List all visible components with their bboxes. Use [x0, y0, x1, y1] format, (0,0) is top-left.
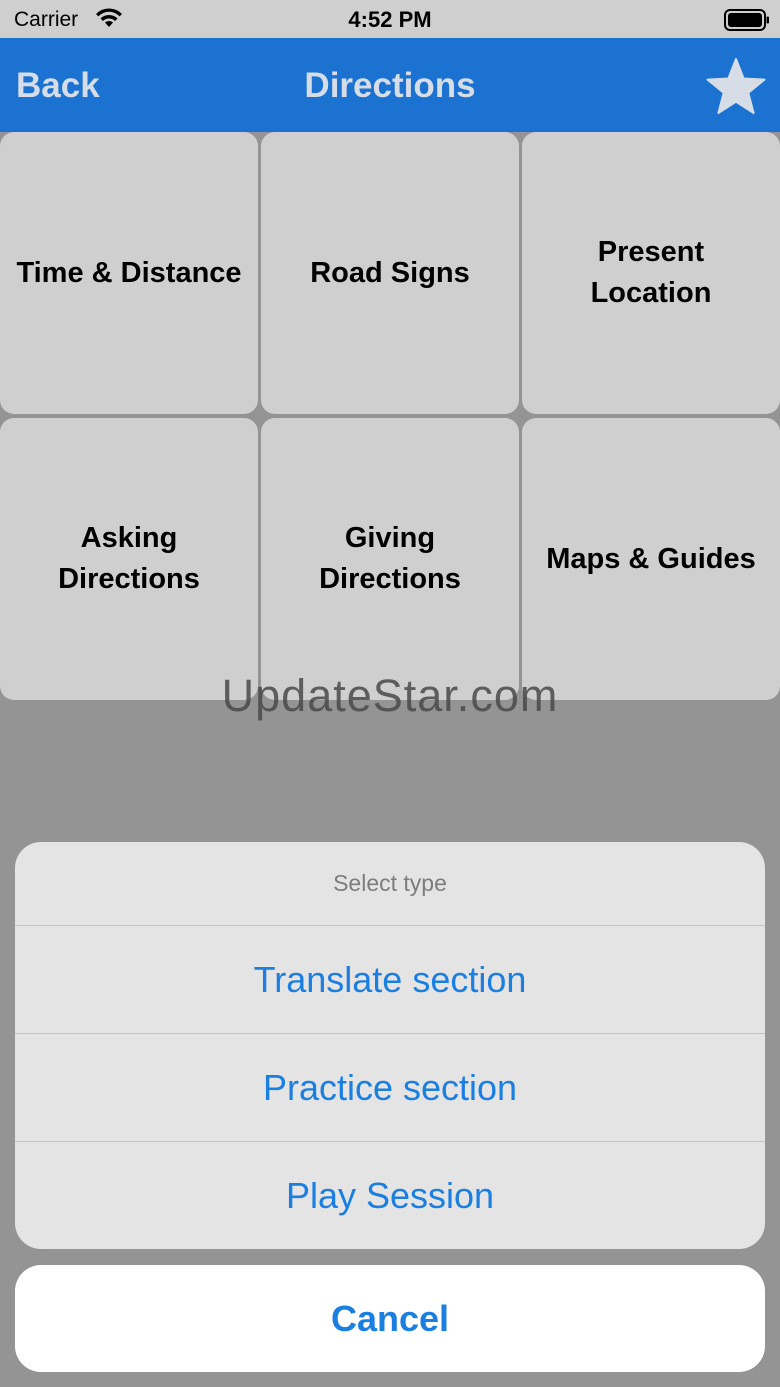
tile-label: Asking Directions	[58, 522, 200, 595]
page-title: Directions	[304, 66, 476, 105]
action-sheet: Select type Translate section Practice s…	[15, 842, 765, 1249]
translate-section-option[interactable]: Translate section	[15, 926, 765, 1034]
navigation-bar: Back Directions	[0, 38, 780, 132]
watermark: UpdateStar.com	[221, 670, 559, 721]
tile-present-location[interactable]: Present Location	[522, 132, 780, 414]
status-bar: Carrier 4:52 PM	[0, 0, 780, 38]
status-time: 4:52 PM	[348, 7, 432, 32]
tile-maps-guides[interactable]: Maps & Guides	[522, 418, 780, 700]
tile-label: Present Location	[590, 236, 712, 309]
tile-asking-directions[interactable]: Asking Directions	[0, 418, 258, 700]
tile-label: Maps & Guides	[546, 542, 756, 575]
star-icon[interactable]	[704, 56, 768, 116]
tile-road-signs[interactable]: Road Signs	[261, 132, 519, 414]
tile-time-distance[interactable]: Time & Distance	[0, 132, 258, 414]
practice-section-option[interactable]: Practice section	[15, 1034, 765, 1142]
cancel-button[interactable]: Cancel	[15, 1265, 765, 1372]
action-sheet-title: Select type	[15, 842, 765, 926]
tile-label: Giving Directions	[319, 522, 461, 595]
battery-icon	[724, 9, 769, 31]
tile-giving-directions[interactable]: Giving Directions	[261, 418, 519, 700]
tile-label: Time & Distance	[16, 256, 242, 289]
play-session-option[interactable]: Play Session	[15, 1142, 765, 1249]
tile-label: Road Signs	[310, 256, 470, 289]
